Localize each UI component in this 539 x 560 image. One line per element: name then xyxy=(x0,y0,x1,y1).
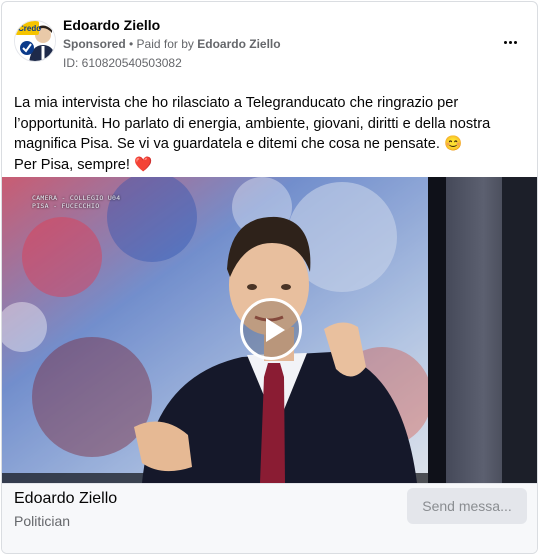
svg-text:Credo: Credo xyxy=(18,24,41,33)
post-text: La mia intervista che ho rilasciato a Te… xyxy=(14,93,532,175)
caption-line-1: CAMERA - COLLEGIO U04 xyxy=(32,194,121,202)
advertiser-avatar[interactable]: Credo xyxy=(14,20,56,62)
footer-page-category: Politician xyxy=(14,513,71,529)
sponsored-post-card: Credo Edoardo Ziello Sponsored • Paid fo… xyxy=(1,1,538,554)
paid-for-name[interactable]: Edoardo Ziello xyxy=(197,37,280,51)
sponsored-meta: Sponsored • Paid for by Edoardo Ziello xyxy=(63,37,281,51)
advertiser-name[interactable]: Edoardo Ziello xyxy=(63,17,160,33)
footer-page-name[interactable]: Edoardo Ziello xyxy=(14,490,117,508)
caption-line-2: PISA - FUCECCHIO xyxy=(32,202,100,210)
avatar-image: Credo xyxy=(15,21,55,61)
more-options-icon[interactable] xyxy=(497,32,523,52)
send-message-button[interactable]: Send messa... xyxy=(407,488,527,524)
play-icon[interactable] xyxy=(240,298,302,360)
video-player[interactable]: CAMERA - COLLEGIO U04 PISA - FUCECCHIO xyxy=(2,177,537,483)
post-footer: Edoardo Ziello Politician Send messa... xyxy=(2,483,537,553)
paid-for-prefix: • Paid for by xyxy=(125,37,198,51)
ad-id: ID: 610820540503082 xyxy=(63,56,182,70)
post-header: Credo Edoardo Ziello Sponsored • Paid fo… xyxy=(2,2,537,82)
sponsored-label: Sponsored xyxy=(63,37,126,51)
post-text-line-2: Per Pisa, sempre! ❤️ xyxy=(14,156,153,173)
post-text-line-1: La mia intervista che ho rilasciato a Te… xyxy=(14,95,491,152)
video-caption-overlay: CAMERA - COLLEGIO U04 PISA - FUCECCHIO xyxy=(32,194,120,210)
